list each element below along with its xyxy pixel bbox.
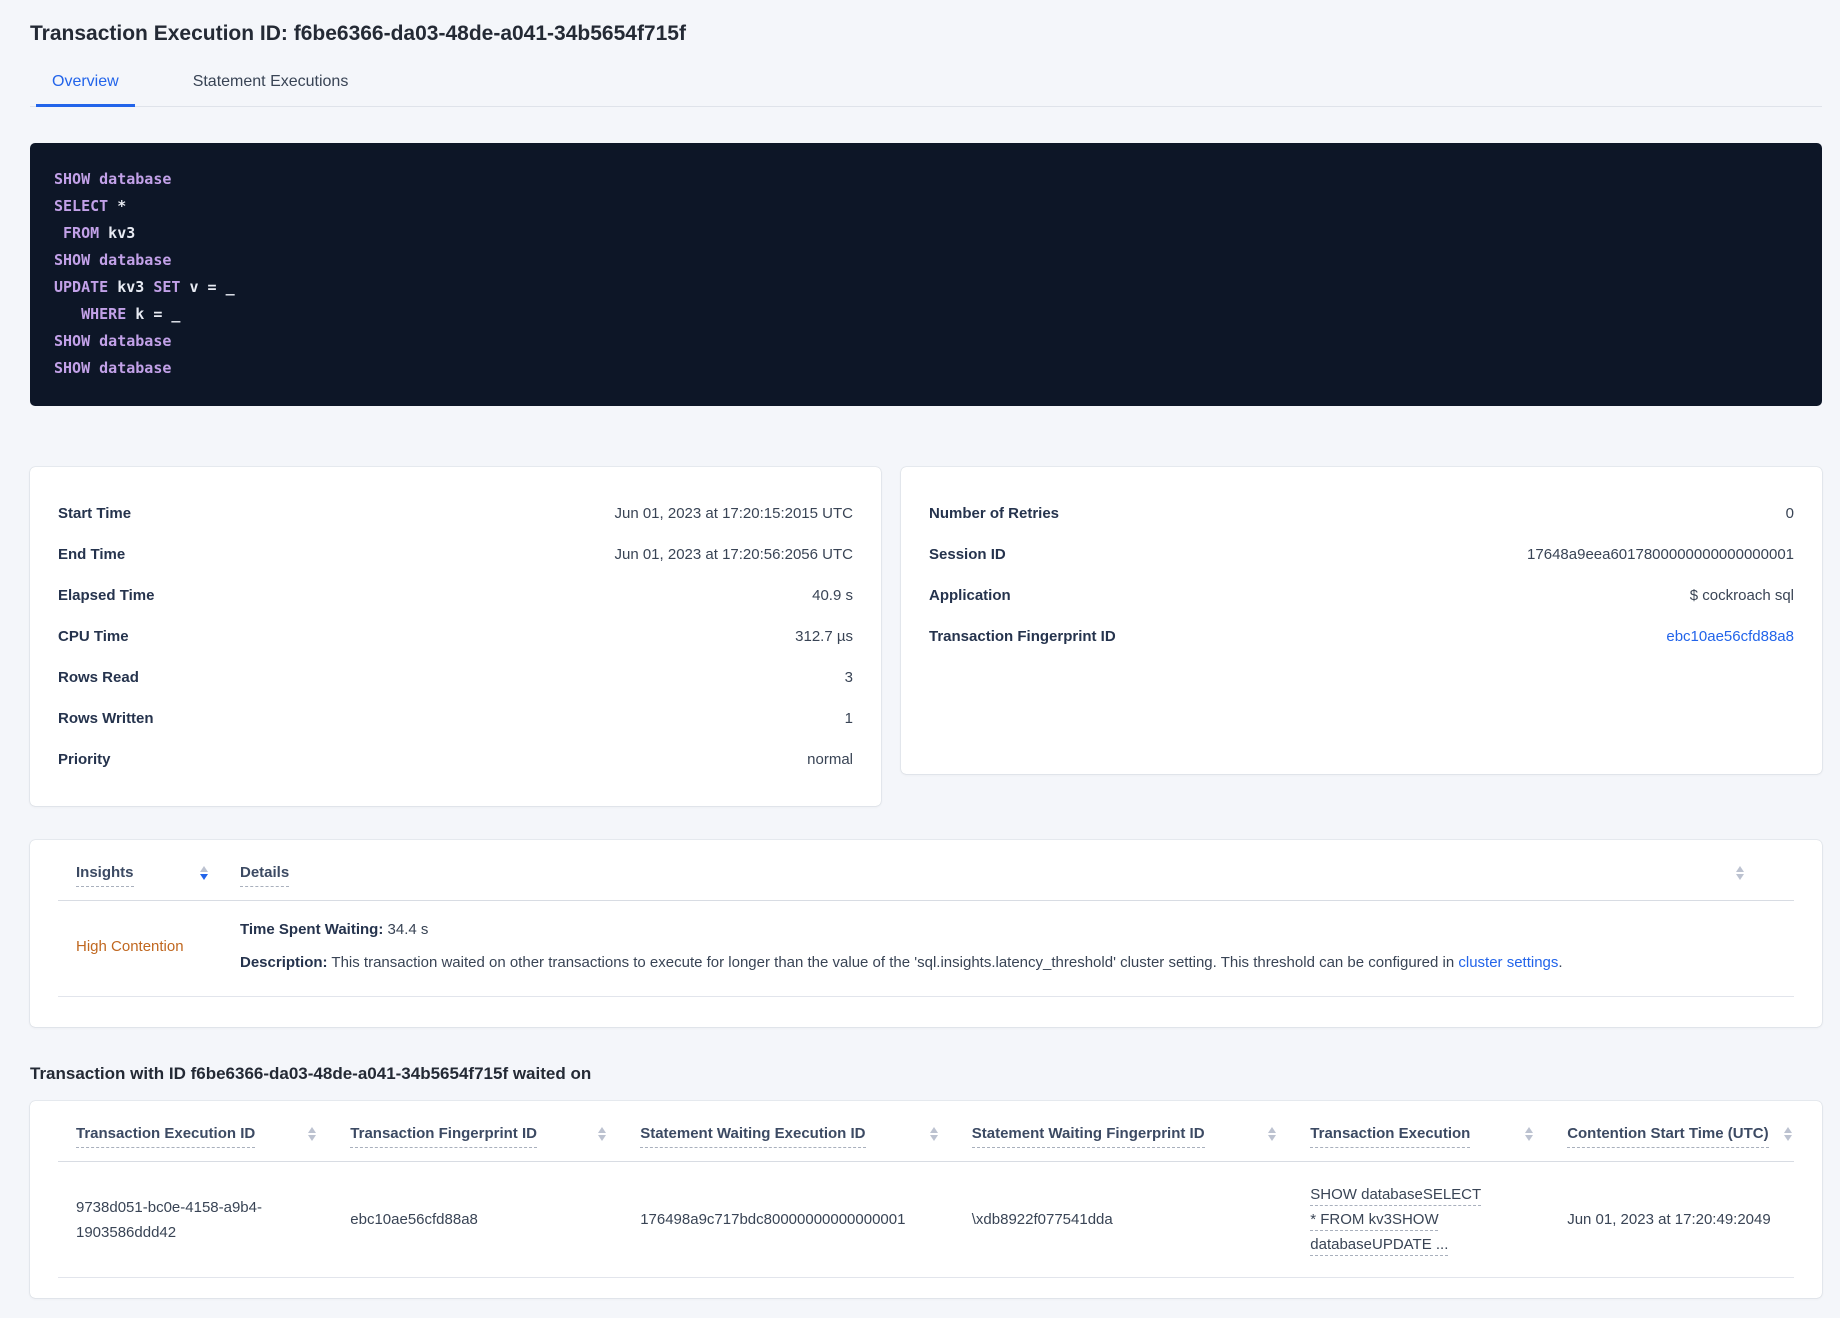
detail-value: Jun 01, 2023 at 17:20:56:2056 UTC [614, 546, 853, 563]
column-header-statement-waiting-fingerprint-id[interactable]: Statement Waiting Fingerprint ID [971, 1125, 1205, 1148]
detail-row: Start Time Jun 01, 2023 at 17:20:15:2015… [58, 493, 853, 534]
description-text: This transaction waited on other transac… [327, 954, 1459, 971]
detail-label: End Time [58, 546, 126, 563]
detail-label: Priority [58, 751, 111, 768]
detail-row: Application $ cockroach sql [929, 575, 1794, 616]
column-header-transaction-execution-id[interactable]: Transaction Execution ID [76, 1125, 256, 1148]
column-header-transaction-fingerprint-id[interactable]: Transaction Fingerprint ID [350, 1125, 537, 1148]
sql-line: SHOW database [54, 251, 172, 269]
waited-on-table-card: Transaction Execution ID Transaction Fin… [30, 1101, 1822, 1298]
cell-transaction-fingerprint-id: ebc10ae56cfd88a8 [332, 1161, 623, 1278]
detail-row: End Time Jun 01, 2023 at 17:20:56:2056 U… [58, 534, 853, 575]
waited-on-heading: Transaction with ID f6be6366-da03-48de-a… [30, 1064, 592, 1083]
transaction-fingerprint-link[interactable]: ebc10ae56cfd88a8 [1666, 628, 1794, 645]
description-label: Description: [240, 954, 328, 971]
detail-row: CPU Time 312.7 µs [58, 616, 853, 657]
cell-transaction-execution-id: 9738d051-bc0e-4158-a9b4-1903586ddd42 [58, 1161, 333, 1278]
sql-line: UPDATE kv3 SET v = _ [54, 278, 235, 296]
sql-line: SELECT * [54, 197, 127, 215]
column-header-transaction-execution[interactable]: Transaction Execution [1310, 1125, 1471, 1148]
transaction-meta-card: Number of Retries 0 Session ID 17648a9ee… [901, 467, 1822, 774]
cell-transaction-execution: SHOW databaseSELECT * FROM kv3SHOW datab… [1292, 1161, 1550, 1278]
detail-row: Number of Retries 0 [929, 493, 1794, 534]
sort-icon[interactable] [1784, 1127, 1792, 1141]
sql-line: WHERE k = _ [81, 305, 181, 323]
detail-value: 17648a9eea6017800000000000000001 [1527, 546, 1794, 563]
sort-icon[interactable] [1268, 1127, 1277, 1141]
cluster-settings-link[interactable]: cluster settings [1458, 954, 1558, 971]
detail-value: 40.9 s [812, 587, 853, 604]
sql-line: SHOW database [54, 359, 172, 377]
insight-row: High Contention Time Spent Waiting: 34.4… [58, 901, 1794, 997]
tab-statement-executions[interactable]: Statement Executions [177, 73, 365, 106]
sort-icon[interactable] [929, 1127, 938, 1141]
column-header-insights[interactable]: Insights [76, 864, 134, 887]
cell-statement-waiting-fingerprint-id: \xdb8922f077541dda [953, 1161, 1293, 1278]
detail-label: CPU Time [58, 628, 129, 645]
detail-label: Elapsed Time [58, 587, 155, 604]
detail-label: Number of Retries [929, 505, 1060, 522]
column-header-contention-start-time[interactable]: Contention Start Time (UTC) [1567, 1125, 1769, 1148]
sort-icon[interactable] [308, 1127, 317, 1141]
insight-details: Time Spent Waiting: 34.4 s Description: … [240, 921, 1563, 971]
detail-value: 312.7 µs [795, 628, 853, 645]
detail-row: Transaction Fingerprint ID ebc10ae56cfd8… [929, 616, 1794, 657]
column-header-details[interactable]: Details [240, 864, 290, 887]
detail-value: 1 [844, 710, 853, 727]
detail-value: normal [807, 751, 853, 768]
insights-table-card: Insights Details High Contention Time Sp… [30, 840, 1822, 1027]
detail-row: Priority normal [58, 739, 853, 780]
detail-row: Elapsed Time 40.9 s [58, 575, 853, 616]
detail-label: Rows Written [58, 710, 154, 727]
time-spent-waiting-label: Time Spent Waiting: [240, 921, 384, 938]
waited-on-row: 9738d051-bc0e-4158-a9b4-1903586ddd42 ebc… [58, 1161, 1794, 1278]
detail-label: Start Time [58, 505, 132, 522]
transaction-times-card: Start Time Jun 01, 2023 at 17:20:15:2015… [30, 467, 881, 806]
waited-on-table: Transaction Execution ID Transaction Fin… [58, 1107, 1794, 1278]
transaction-details-page: Transaction Execution ID: f6be6366-da03-… [0, 22, 1840, 1318]
sort-icon[interactable] [1736, 866, 1744, 880]
transaction-execution-link[interactable]: SHOW databaseSELECT * FROM kv3SHOW datab… [1310, 1186, 1481, 1253]
detail-row: Session ID 17648a9eea6017800000000000000… [929, 534, 1794, 575]
tab-overview[interactable]: Overview [36, 73, 135, 107]
cell-statement-waiting-execution-id: 176498a9c717bdc80000000000000001 [622, 1161, 954, 1278]
sql-line: SHOW database [54, 332, 172, 350]
detail-label: Session ID [929, 546, 1006, 563]
detail-row: Rows Written 1 [58, 698, 853, 739]
cell-contention-start-time: Jun 01, 2023 at 17:20:49:2049 [1549, 1161, 1794, 1278]
sort-icon[interactable] [1525, 1127, 1534, 1141]
detail-value: Jun 01, 2023 at 17:20:15:2015 UTC [614, 505, 853, 522]
sort-icon-insights[interactable] [200, 866, 208, 887]
detail-value: 0 [1785, 505, 1794, 522]
sql-statements-box: SHOW database SELECT * FROM kv3 SHOW datab… [30, 143, 1822, 406]
column-header-statement-waiting-execution-id[interactable]: Statement Waiting Execution ID [640, 1125, 866, 1148]
summary-cards-row: Start Time Jun 01, 2023 at 17:20:15:2015… [30, 467, 1822, 806]
tab-bar: Overview Statement Executions [30, 73, 1822, 107]
detail-value: 3 [844, 669, 853, 686]
sort-icon[interactable] [598, 1127, 607, 1141]
waited-on-header-row: Transaction Execution ID Transaction Fin… [58, 1107, 1794, 1162]
detail-label: Application [929, 587, 1011, 604]
detail-row: Rows Read 3 [58, 657, 853, 698]
detail-label: Rows Read [58, 669, 139, 686]
detail-label: Transaction Fingerprint ID [929, 628, 1116, 645]
insights-table-header: Insights Details [58, 840, 1794, 901]
sql-line: SHOW database [54, 170, 172, 188]
sql-line: FROM kv3 [63, 224, 136, 242]
insight-type-label: High Contention [76, 937, 184, 955]
detail-value: $ cockroach sql [1689, 587, 1794, 604]
page-title: Transaction Execution ID: f6be6366-da03-… [30, 22, 686, 45]
time-spent-waiting-value: 34.4 s [383, 921, 429, 938]
